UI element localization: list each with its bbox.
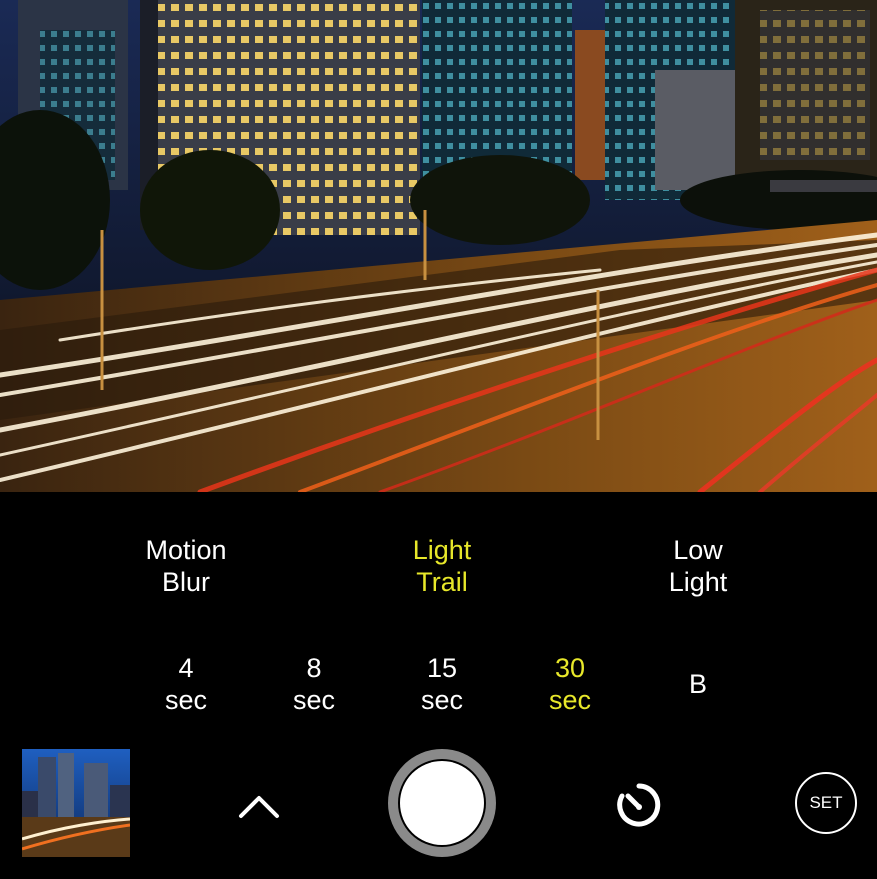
viewfinder-preview[interactable] bbox=[0, 0, 877, 492]
exposure-value: 4 bbox=[178, 653, 194, 683]
mode-label-line2: Trail bbox=[416, 567, 468, 597]
exposure-unit: sec bbox=[548, 685, 592, 715]
set-label: SET bbox=[809, 793, 843, 812]
exposure-unit: sec bbox=[420, 685, 464, 715]
shutter-inner-circle bbox=[400, 761, 484, 845]
exposure-bulb[interactable]: B bbox=[643, 652, 753, 700]
shutter-button[interactable] bbox=[388, 749, 496, 857]
mode-label-line1: Low bbox=[673, 535, 723, 565]
thumbnail-image bbox=[22, 749, 130, 857]
mode-light-trail[interactable]: Light Trail bbox=[362, 534, 522, 598]
exposure-4-sec[interactable]: 4 sec bbox=[131, 652, 241, 716]
exposure-30-sec[interactable]: 30 sec bbox=[515, 652, 625, 716]
exposure-value: 30 bbox=[554, 653, 586, 683]
exposure-15-sec[interactable]: 15 sec bbox=[387, 652, 497, 716]
exposure-value: B bbox=[688, 669, 707, 699]
mode-motion-blur[interactable]: Motion Blur bbox=[106, 534, 266, 598]
exposure-value: 15 bbox=[426, 653, 458, 683]
mode-label-line1: Motion bbox=[145, 535, 227, 565]
mode-low-light[interactable]: Low Light bbox=[618, 534, 778, 598]
exposure-value: 8 bbox=[306, 653, 322, 683]
exposure-8-sec[interactable]: 8 sec bbox=[259, 652, 369, 716]
mode-label-line1: Light bbox=[412, 535, 472, 565]
settings-button[interactable]: SET bbox=[795, 772, 857, 834]
self-timer-icon[interactable] bbox=[612, 778, 666, 832]
night-city-photo bbox=[0, 0, 877, 492]
exposure-unit: sec bbox=[292, 685, 336, 715]
mode-label-line2: Blur bbox=[161, 567, 210, 597]
chevron-up-icon[interactable] bbox=[236, 786, 282, 826]
gallery-thumbnail[interactable] bbox=[22, 749, 130, 857]
mode-label-line2: Light bbox=[668, 567, 728, 597]
exposure-unit: sec bbox=[164, 685, 208, 715]
